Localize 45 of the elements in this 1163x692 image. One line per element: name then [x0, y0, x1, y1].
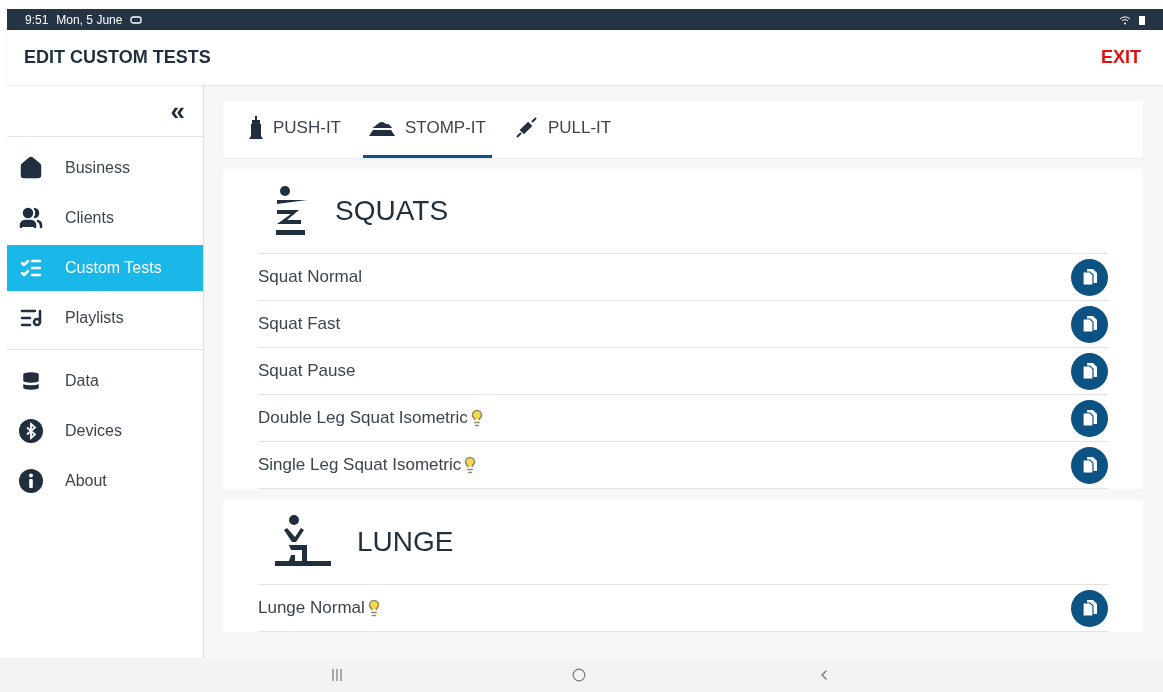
- exercise-name: Squat Normal: [258, 266, 362, 289]
- home-icon[interactable]: [571, 668, 586, 682]
- tab[interactable]: STOMP-IT: [363, 101, 492, 158]
- exit-button[interactable]: EXIT: [1101, 44, 1141, 71]
- duplicate-button[interactable]: [1071, 589, 1108, 627]
- bottle-icon: [249, 116, 263, 140]
- exercise-row[interactable]: Squat Normal: [258, 254, 1108, 301]
- exercise-name: Single Leg Squat Isometric: [258, 454, 462, 477]
- exercise-name: Squat Pause: [258, 360, 356, 383]
- tab[interactable]: PULL-IT: [507, 101, 618, 158]
- duplicate-button[interactable]: [1071, 446, 1108, 484]
- shoe-on-scale-icon: [369, 119, 395, 137]
- exercise-name: Double Leg Squat Isometric: [258, 407, 468, 430]
- section-title: SQUATS: [335, 194, 449, 228]
- tab[interactable]: PUSH-IT: [243, 101, 347, 158]
- sidebar-item[interactable]: Clients: [7, 195, 203, 241]
- section-title: LUNGE: [357, 525, 454, 559]
- sidebar-item[interactable]: Playlists: [7, 295, 203, 341]
- people-icon: [19, 206, 43, 230]
- cast-icon: [130, 15, 143, 24]
- status-date: Mon, 5 June: [56, 11, 123, 29]
- duplicate-button[interactable]: [1071, 352, 1108, 390]
- exercise-row[interactable]: Lunge Normal: [258, 585, 1108, 632]
- lunging-figure-icon: [275, 515, 331, 569]
- sidebar-item[interactable]: Business: [7, 145, 203, 191]
- exercise-name: Squat Fast: [258, 313, 341, 336]
- status-time: 9:51: [25, 11, 49, 29]
- sidebar-item[interactable]: Devices: [7, 408, 203, 454]
- wifi-icon: [1119, 14, 1131, 25]
- exercise-row[interactable]: Squat Pause: [258, 348, 1108, 395]
- duplicate-button[interactable]: [1071, 399, 1108, 437]
- duplicate-button[interactable]: [1071, 258, 1108, 296]
- exercise-row[interactable]: Squat Fast: [258, 301, 1108, 348]
- exercise-name: Lunge Normal: [258, 597, 365, 620]
- info-icon: [19, 469, 43, 493]
- sidebar-item[interactable]: About: [7, 458, 203, 504]
- collapse-button[interactable]: «: [170, 97, 185, 124]
- bluetooth-icon: [19, 419, 43, 443]
- duplicate-button[interactable]: [1071, 305, 1108, 343]
- exercise-row[interactable]: Single Leg Squat Isometric: [258, 442, 1108, 489]
- house-icon: [19, 156, 43, 180]
- sidebar-item[interactable]: Data: [7, 358, 203, 404]
- page-title: EDIT CUSTOM TESTS: [24, 46, 211, 69]
- exercise-row[interactable]: Double Leg Squat Isometric: [258, 395, 1108, 442]
- battery-icon: [1139, 14, 1145, 25]
